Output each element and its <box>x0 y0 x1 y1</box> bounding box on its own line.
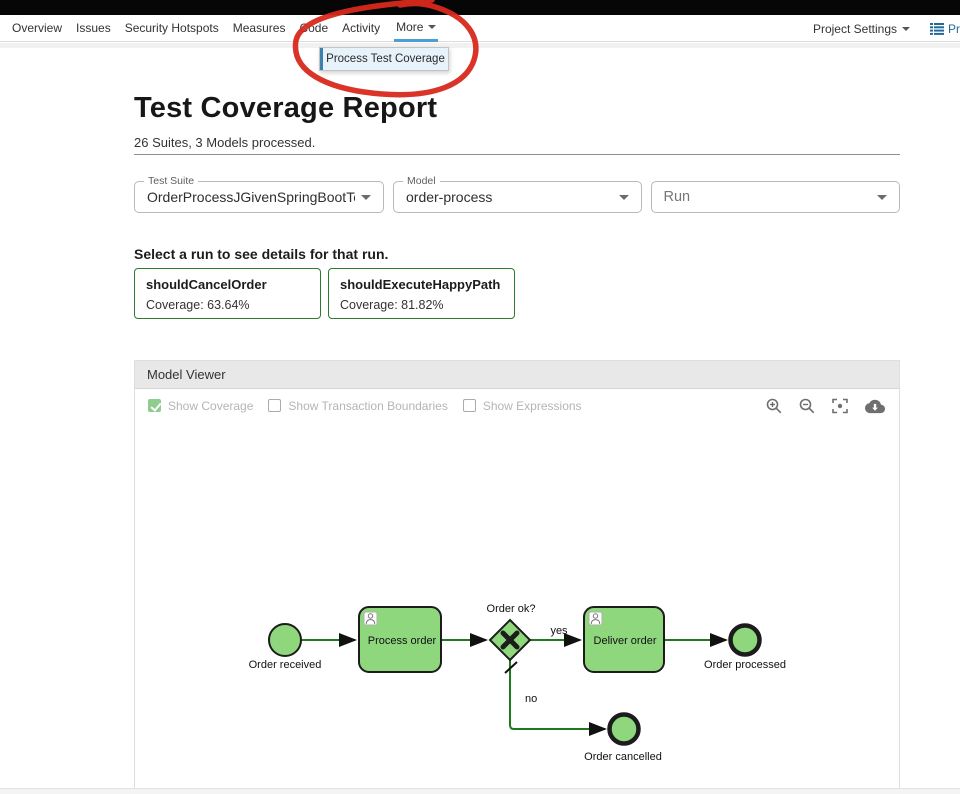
projects-link-label: Pr <box>948 22 960 36</box>
task-process-order-label: Process order <box>368 635 437 647</box>
run-section-heading: Select a run to see details for that run… <box>134 246 388 262</box>
download-icon[interactable] <box>865 398 885 414</box>
show-expressions-checkbox[interactable]: Show Expressions <box>463 399 582 413</box>
show-expressions-label: Show Expressions <box>483 399 582 413</box>
project-settings-label: Project Settings <box>813 22 897 36</box>
fit-viewport-icon[interactable] <box>832 398 848 414</box>
run-coverage: Coverage: 63.64% <box>146 298 309 312</box>
run-card-shouldCancelOrder[interactable]: shouldCancelOrder Coverage: 63.64% <box>134 268 321 319</box>
project-navbar: Overview Issues Security Hotspots Measur… <box>0 15 960 42</box>
page-subtitle: 26 Suites, 3 Models processed. <box>134 135 315 150</box>
viewer-tools <box>766 398 885 414</box>
filter-row: Test Suite OrderProcessJGivenSpringBootT… <box>134 181 900 213</box>
projects-link[interactable]: Pr <box>930 22 960 36</box>
nav-more-label: More <box>396 20 423 34</box>
nav-tab-more[interactable]: More <box>394 15 438 42</box>
model-viewer-panel: Model Viewer Show Coverage Show Transact… <box>134 360 900 789</box>
chevron-down-icon <box>877 195 887 200</box>
test-suite-select[interactable]: Test Suite OrderProcessJGivenSpringBootT… <box>134 181 384 213</box>
model-viewer-header: Model Viewer <box>135 361 899 389</box>
run-cards: shouldCancelOrder Coverage: 63.64% shoul… <box>134 268 515 319</box>
model-select[interactable]: Model order-process <box>393 181 642 213</box>
model-viewer-toolbar: Show Coverage Show Transaction Boundarie… <box>135 389 899 422</box>
project-settings-menu[interactable]: Project Settings <box>813 22 910 36</box>
zoom-in-icon[interactable] <box>766 398 782 414</box>
chevron-down-icon <box>361 195 371 200</box>
test-suite-select-value: OrderProcessJGivenSpringBootTest <box>147 189 355 205</box>
end-event-cancelled-label: Order cancelled <box>584 751 662 763</box>
model-select-label: Model <box>403 175 440 187</box>
list-icon <box>930 23 944 35</box>
end-event-processed-label: Order processed <box>704 659 786 671</box>
chevron-down-icon <box>619 195 629 200</box>
run-select-placeholder: Run <box>664 189 691 205</box>
nav-sub-strip <box>0 43 960 48</box>
navbar-right: Project Settings Pr <box>813 15 960 42</box>
run-card-shouldExecuteHappyPath[interactable]: shouldExecuteHappyPath Coverage: 81.82% <box>328 268 515 319</box>
no-flow-label: no <box>525 693 537 705</box>
run-coverage: Coverage: 81.82% <box>340 298 503 312</box>
checkbox-icon <box>463 399 476 412</box>
nav-tab-code[interactable]: Code <box>299 21 328 35</box>
divider <box>134 154 900 155</box>
more-dropdown-menu: Process Test Coverage <box>319 47 449 71</box>
run-select[interactable]: Run <box>651 181 901 213</box>
page-title: Test Coverage Report <box>134 92 437 125</box>
nav-tab-activity[interactable]: Activity <box>342 21 380 35</box>
run-name: shouldExecuteHappyPath <box>340 277 503 292</box>
bpmn-diagram: Order received Process order Order ok? y… <box>135 422 899 788</box>
run-name: shouldCancelOrder <box>146 277 309 292</box>
checkbox-icon <box>268 399 281 412</box>
checkbox-icon <box>148 399 161 412</box>
zoom-out-icon[interactable] <box>799 398 815 414</box>
show-transaction-boundaries-label: Show Transaction Boundaries <box>288 399 447 413</box>
nav-tab-overview[interactable]: Overview <box>12 21 62 35</box>
user-task-icon <box>589 612 602 625</box>
top-black-bar <box>0 0 960 15</box>
task-deliver-order-label: Deliver order <box>594 635 657 647</box>
show-coverage-checkbox[interactable]: Show Coverage <box>148 399 253 413</box>
test-suite-select-label: Test Suite <box>144 175 198 187</box>
nav-tab-measures[interactable]: Measures <box>233 21 286 35</box>
yes-flow-label: yes <box>550 625 568 637</box>
show-transaction-boundaries-checkbox[interactable]: Show Transaction Boundaries <box>268 399 447 413</box>
gateway-label: Order ok? <box>487 603 536 615</box>
menu-item-process-test-coverage[interactable]: Process Test Coverage <box>320 48 448 70</box>
bpmn-canvas[interactable]: Order received Process order Order ok? y… <box>135 422 899 788</box>
nav-tab-security-hotspots[interactable]: Security Hotspots <box>125 21 219 35</box>
show-coverage-label: Show Coverage <box>168 399 253 413</box>
nav-tab-issues[interactable]: Issues <box>76 21 111 35</box>
model-viewer-title: Model Viewer <box>147 367 226 382</box>
end-event-cancelled <box>610 715 639 744</box>
chevron-down-icon <box>902 27 910 31</box>
page-footer-strip <box>0 788 960 794</box>
user-task-icon <box>364 612 377 625</box>
model-select-value: order-process <box>406 189 492 205</box>
chevron-down-icon <box>428 25 436 29</box>
end-event-processed <box>731 626 760 655</box>
start-event-label: Order received <box>249 659 322 671</box>
start-event <box>269 624 301 656</box>
